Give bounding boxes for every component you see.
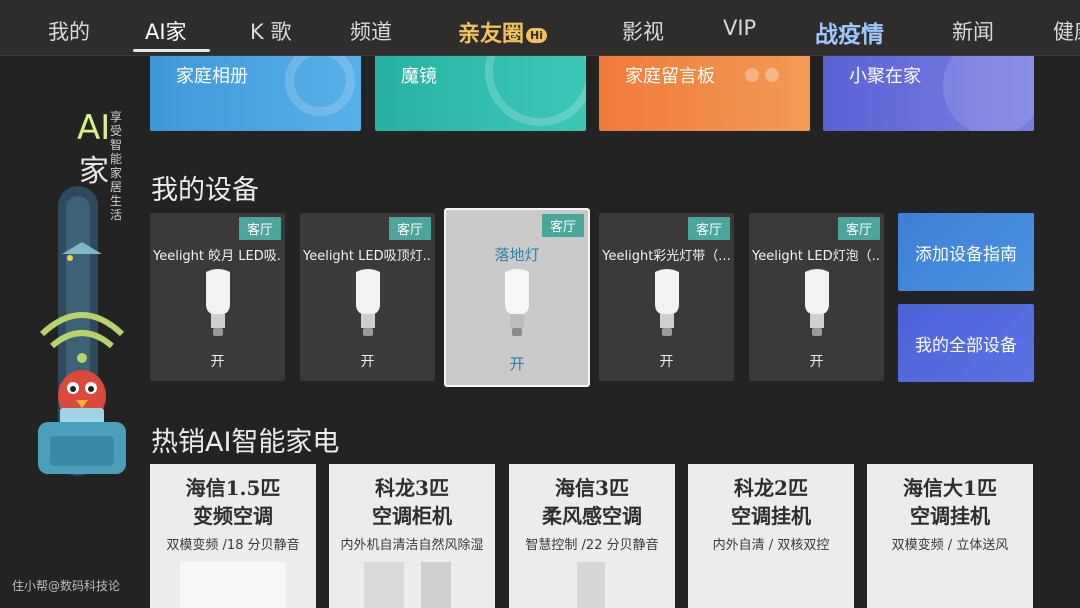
product-image — [421, 562, 451, 608]
bulb-icon — [505, 269, 529, 336]
add-device-guide-button[interactable]: 添加设备指南 — [898, 213, 1034, 291]
product-description: 双模变频 / 立体送风 — [891, 538, 1009, 553]
product-card[interactable]: 科龙2匹 空调挂机 内外自清 / 双核双控 — [688, 464, 854, 608]
nav-tab-channels[interactable]: 频道 — [350, 16, 392, 46]
device-card[interactable]: 客厅 Yeelight 皎月 LED吸... 开 — [150, 213, 285, 381]
product-name-line2: 柔风感空调 — [542, 504, 642, 528]
product-name: 科龙2匹 空调挂机 — [688, 474, 854, 530]
product-name-line2: 变频空调 — [193, 504, 273, 528]
product-name-line1: 海信1.5匹 — [185, 476, 281, 500]
device-state: 开 — [509, 355, 525, 373]
room-tag: 客厅 — [541, 214, 584, 237]
hot-products-title: 热销AI智能家电 — [151, 427, 340, 458]
device-name: Yeelight LED灯泡（... — [752, 249, 881, 264]
feature-label: 家庭相册 — [176, 66, 248, 87]
product-description: 智慧控制 /22 分贝静音 — [525, 538, 659, 553]
product-name-line1: 海信3匹 — [555, 476, 629, 500]
feature-label: 家庭留言板 — [625, 66, 715, 87]
side-brand-home: 家 — [79, 154, 109, 189]
product-name: 海信1.5匹 变频空调 — [150, 474, 316, 530]
dot-decoration — [765, 68, 779, 82]
mascot-illustration — [38, 186, 126, 476]
feature-card-home-gathering[interactable]: 小聚在家 — [823, 56, 1034, 131]
nav-tab-epidemic[interactable]: 战疫情 — [815, 15, 884, 49]
product-name: 海信3匹 柔风感空调 — [509, 474, 675, 530]
product-name-line2: 空调柜机 — [372, 504, 452, 528]
bulb-icon — [355, 269, 380, 336]
device-card[interactable]: 客厅 Yeelight LED灯泡（... 开 — [749, 213, 884, 381]
product-card[interactable]: 科龙3匹 空调柜机 内外机自清洁自然风除湿 — [329, 464, 495, 608]
device-name: Yeelight 皎月 LED吸... — [153, 249, 282, 264]
product-card[interactable]: 海信1.5匹 变频空调 双模变频 /18 分贝静音 — [150, 464, 316, 608]
side-brand-ai: AI — [77, 108, 111, 148]
product-name-line1: 科龙2匹 — [734, 476, 808, 500]
product-image — [180, 562, 286, 608]
product-name-line2: 空调挂机 — [731, 504, 811, 528]
top-navigation: 我的 AI家 K 歌 频道 亲友圈Hi 影视 VIP 战疫情 新闻 健康 — [0, 0, 1080, 56]
bulb-icon — [205, 269, 230, 336]
watermark: 住小帮@数码科技论 — [12, 579, 121, 593]
feature-label: 魔镜 — [401, 66, 437, 87]
nav-tab-news[interactable]: 新闻 — [952, 16, 994, 46]
bulb-icon — [654, 269, 679, 336]
nav-tab-friends-circle[interactable]: 亲友圈 Hi — [458, 16, 547, 48]
nav-tab-mine[interactable]: 我的 — [48, 16, 90, 46]
device-card[interactable]: 客厅 Yeelight彩光灯带（... 开 — [599, 213, 734, 381]
product-card[interactable]: 海信大1匹 空调挂机 双模变频 / 立体送风 — [867, 464, 1033, 608]
product-image — [364, 562, 404, 608]
product-description: 内外机自清洁自然风除湿 — [340, 538, 484, 553]
dot-decoration — [745, 68, 759, 82]
device-name: 落地灯 — [494, 246, 540, 264]
bulb-icon — [804, 269, 829, 336]
product-card[interactable]: 海信3匹 柔风感空调 智慧控制 /22 分贝静音 — [509, 464, 675, 608]
room-tag: 客厅 — [238, 217, 281, 240]
product-name: 海信大1匹 空调挂机 — [867, 474, 1033, 530]
feature-card-family-album[interactable]: 家庭相册 — [150, 56, 361, 131]
device-card-focused[interactable]: 客厅 落地灯 开 — [444, 208, 590, 387]
friends-circle-logo-text: 亲友圈 — [458, 22, 525, 47]
room-tag: 客厅 — [687, 217, 730, 240]
album-decoration — [285, 56, 355, 116]
nav-tab-karaoke[interactable]: K 歌 — [250, 16, 291, 46]
nav-tab-movies[interactable]: 影视 — [622, 16, 664, 46]
nav-tab-ai-home[interactable]: AI家 — [145, 16, 187, 46]
room-tag: 客厅 — [837, 217, 880, 240]
device-card[interactable]: 客厅 Yeelight LED吸顶灯... 开 — [300, 213, 435, 381]
device-state: 开 — [659, 354, 674, 370]
product-name-line2: 空调挂机 — [910, 504, 990, 528]
device-name: Yeelight彩光灯带（... — [602, 249, 731, 264]
feature-card-message-board[interactable]: 家庭留言板 — [599, 56, 810, 131]
device-state: 开 — [360, 354, 375, 370]
device-state: 开 — [210, 354, 225, 370]
hi-badge: Hi — [526, 27, 547, 43]
my-devices-title: 我的设备 — [151, 175, 259, 206]
mirror-decoration — [485, 56, 586, 126]
nav-tab-health[interactable]: 健康 — [1053, 16, 1080, 46]
product-name-line1: 海信大1匹 — [903, 476, 997, 500]
feature-label: 小聚在家 — [849, 66, 921, 87]
gathering-decoration — [943, 56, 1034, 131]
device-state: 开 — [809, 354, 824, 370]
product-description: 内外自清 / 双核双控 — [712, 538, 830, 553]
product-image — [577, 562, 605, 608]
feature-card-magic-mirror[interactable]: 魔镜 — [375, 56, 586, 131]
product-name-line1: 科龙3匹 — [375, 476, 449, 500]
all-devices-button[interactable]: 我的全部设备 — [898, 304, 1034, 382]
product-description: 双模变频 /18 分贝静音 — [166, 538, 300, 553]
active-tab-indicator — [133, 49, 210, 52]
room-tag: 客厅 — [388, 217, 431, 240]
product-name: 科龙3匹 空调柜机 — [329, 474, 495, 530]
device-name: Yeelight LED吸顶灯... — [303, 249, 432, 264]
nav-tab-vip[interactable]: VIP — [723, 16, 756, 40]
